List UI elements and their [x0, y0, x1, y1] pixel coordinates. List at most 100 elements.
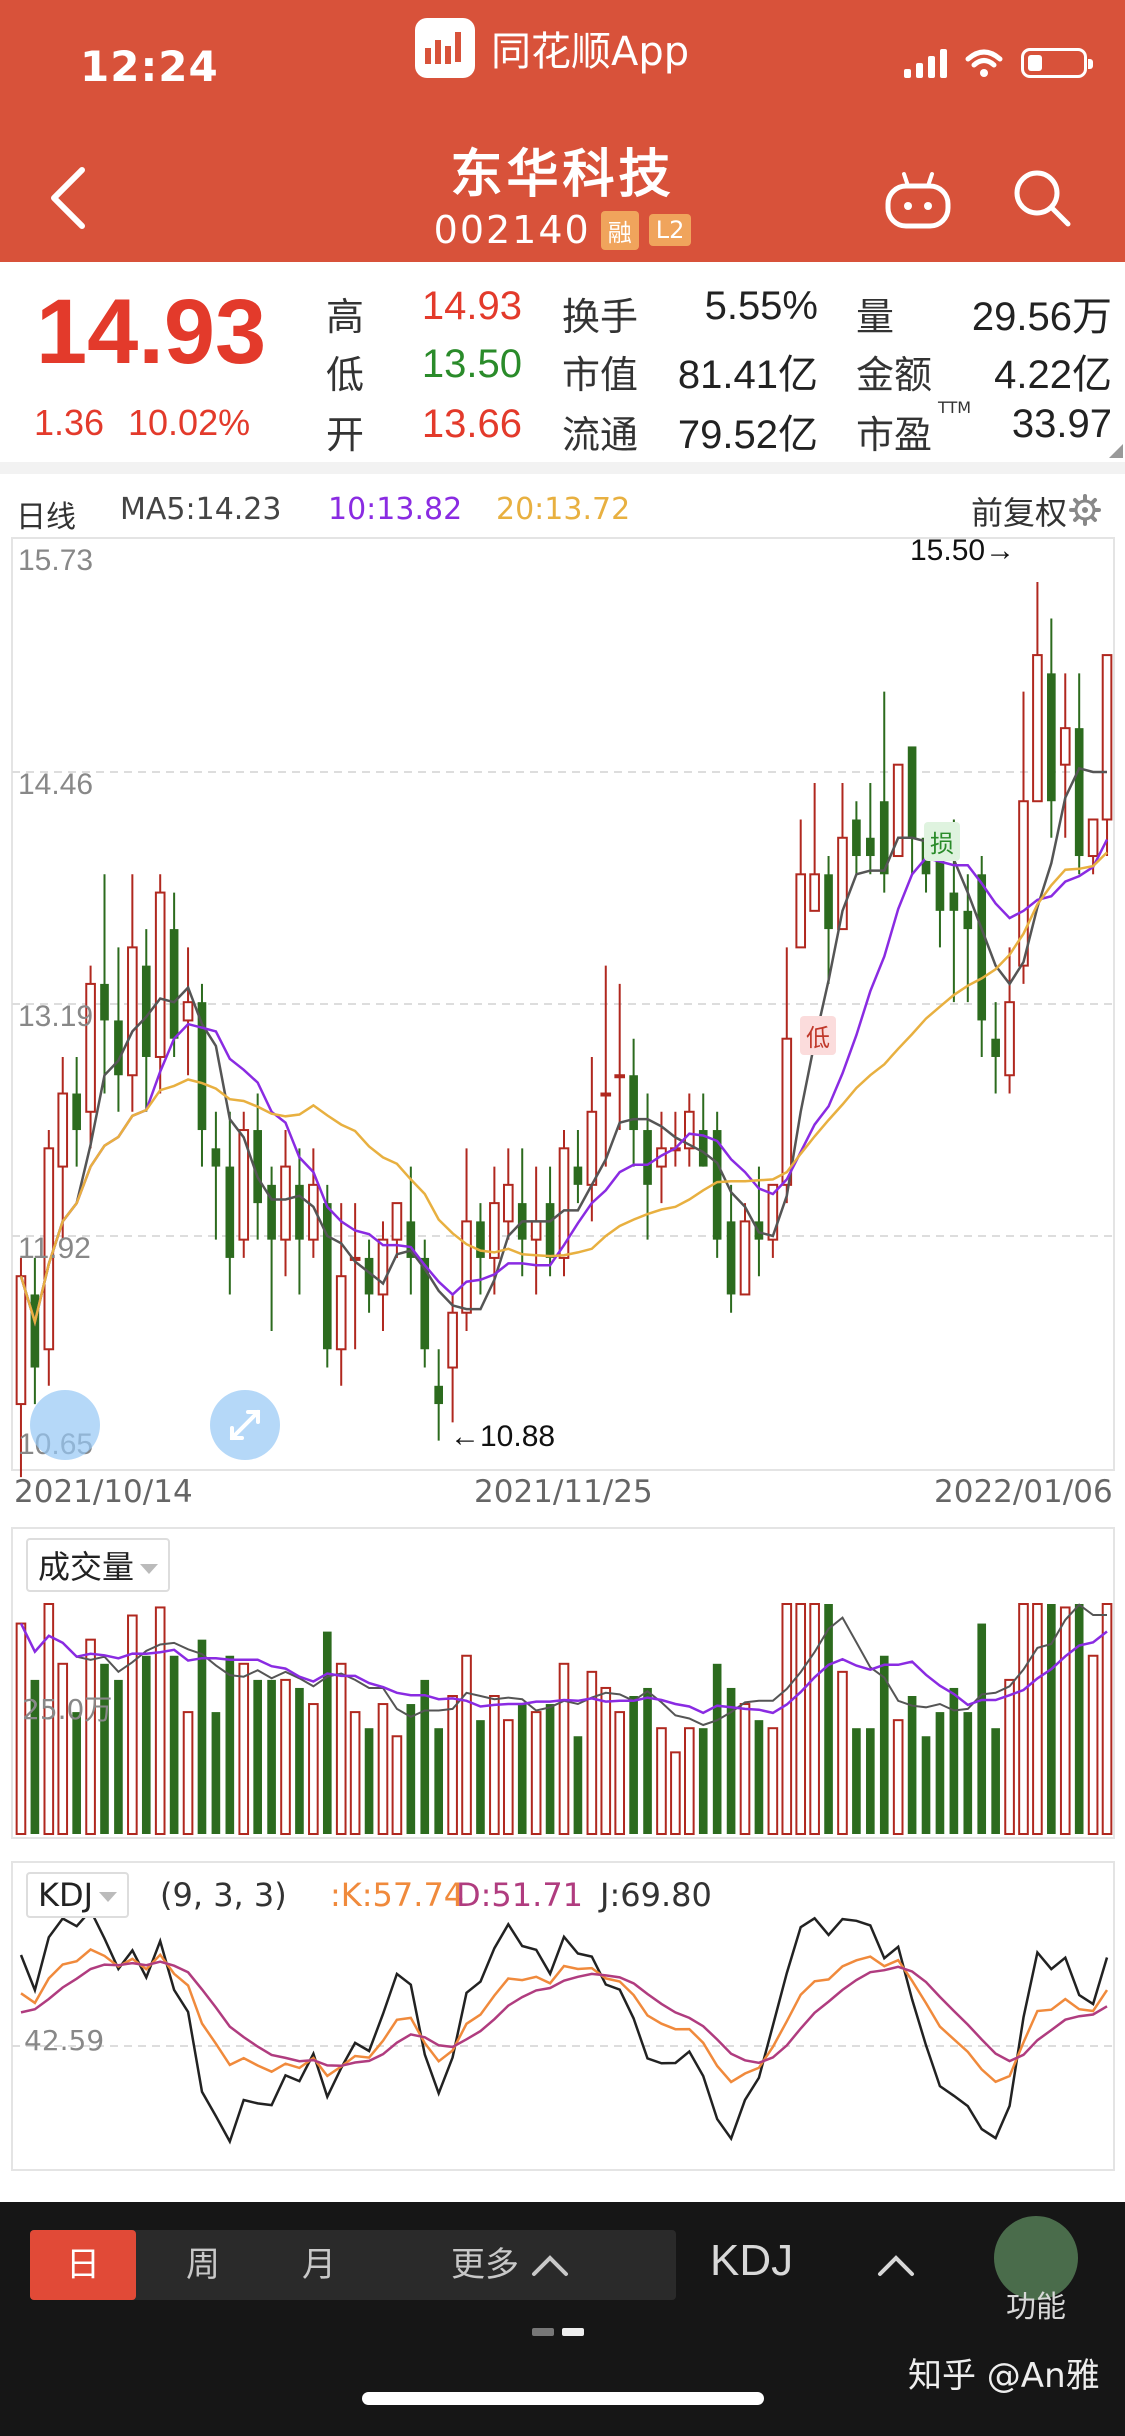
search-icon[interactable]	[1010, 166, 1074, 230]
chevron-up-icon[interactable]	[530, 2252, 570, 2280]
candle-body-down	[852, 819, 861, 857]
kdj-indicator-select[interactable]: KDJ	[26, 1872, 130, 1918]
volume-bar-up	[238, 1662, 250, 1836]
ma10-value: 10:13.82	[328, 492, 463, 527]
candle-body-up	[614, 1074, 626, 1079]
volume-bar-down	[935, 1712, 945, 1834]
candle-body-down	[573, 1166, 583, 1185]
tab-week[interactable]: 周	[150, 2230, 256, 2300]
candle-body-down	[991, 1038, 1000, 1057]
candle-body-up	[1101, 654, 1113, 821]
date-label-mid: 2021/11/25	[474, 1474, 653, 1510]
chevron-down-icon	[140, 1564, 159, 1574]
candle-body-down	[211, 1148, 221, 1167]
stop-signal-badge: 损	[924, 822, 960, 861]
candle-body-up	[781, 1037, 793, 1186]
kdj-j: 69.80	[620, 1876, 712, 1914]
candle-body-down	[169, 929, 179, 1039]
volume-bar-up	[558, 1662, 570, 1836]
volume-bar-down	[545, 1704, 555, 1834]
period-tabs: 日 周 月 更多	[30, 2230, 676, 2300]
robot-assistant-icon[interactable]	[882, 168, 954, 234]
volume-bar-up	[1087, 1654, 1099, 1835]
candle-body-up	[502, 1183, 514, 1223]
stock-chart[interactable]	[0, 528, 1125, 2178]
volume-bar-down	[406, 1704, 416, 1834]
candle-body-down	[977, 874, 987, 1021]
chevron-up-icon[interactable]	[876, 2252, 916, 2280]
quote-value: 29.56万	[971, 295, 1112, 339]
candle-body-up	[127, 946, 138, 1077]
volume-bar-up	[377, 1703, 389, 1836]
volume-bar-down	[72, 1712, 81, 1834]
candle-body-up	[809, 873, 820, 912]
volume-bar-up	[182, 1711, 194, 1835]
volume-bar-up	[461, 1654, 472, 1835]
volume-bar-down	[434, 1728, 443, 1834]
level2-tag: L2	[648, 214, 692, 246]
volume-bar-down	[963, 1712, 973, 1834]
volume-bar-up	[837, 1670, 848, 1835]
tab-month[interactable]: 月	[266, 2230, 372, 2300]
candle-body-up	[1004, 1001, 1015, 1077]
app-badge: 同花顺App	[415, 18, 689, 78]
tab-day[interactable]: 日	[30, 2230, 136, 2300]
app-name: 同花顺App	[491, 29, 690, 75]
ma5-value: MA5:14.23	[120, 492, 282, 527]
indicator-button[interactable]: KDJ	[710, 2236, 793, 2286]
candle-body-down	[643, 1130, 652, 1185]
volume-bar-up	[1101, 1603, 1113, 1835]
candle-body-down	[72, 1093, 81, 1131]
candle-body-down	[295, 1184, 304, 1240]
candle-body-up	[377, 1238, 389, 1296]
volume-indicator-select[interactable]: 成交量	[26, 1538, 171, 1592]
candle-body-up	[739, 1220, 751, 1296]
fullscreen-button[interactable]	[210, 1390, 280, 1460]
expand-corner-icon[interactable]	[1109, 444, 1123, 458]
volume-bar-down	[907, 1696, 917, 1834]
quote-value: 13.66	[421, 402, 522, 446]
quote-value: 14.93	[421, 284, 522, 328]
app-header: 12:24 同花顺App 东华科技 002140 融 L2	[0, 0, 1125, 262]
candle-body-down	[866, 837, 875, 857]
volume-bar-up	[1059, 1606, 1071, 1835]
volume-bar-down	[364, 1728, 374, 1834]
status-time: 12:24	[80, 42, 219, 91]
candle-body-up	[461, 1220, 472, 1314]
stock-title: 东华科技	[0, 132, 1125, 207]
volume-bar-down	[420, 1679, 430, 1834]
wifi-icon	[965, 49, 1003, 77]
volume-bar-up	[308, 1703, 319, 1836]
kdj-d-line	[20, 1960, 1108, 2068]
candle-body-up	[280, 1165, 291, 1241]
volume-bar-down	[169, 1655, 179, 1834]
volume-bar-down	[573, 1736, 583, 1834]
draw-tool-button[interactable]	[30, 1390, 100, 1460]
candle-body-down	[907, 746, 917, 838]
volume-bar-up	[795, 1603, 807, 1835]
kdj-params: (9, 3, 3)	[160, 1876, 287, 1914]
volume-bar-up	[154, 1606, 166, 1835]
volume-bar-down	[141, 1655, 151, 1834]
tab-more[interactable]: 更多	[430, 2230, 540, 2300]
cellular-signal-icon	[904, 48, 947, 78]
candle-body-up	[795, 873, 807, 949]
volume-bar-up	[502, 1719, 514, 1836]
y-tick-label: 15.73	[18, 544, 94, 577]
stock-code-row: 002140 融 L2	[0, 208, 1125, 252]
volume-bar-up	[614, 1711, 626, 1835]
volume-bar-down	[476, 1720, 485, 1834]
low-marker: ←10.88	[450, 1420, 556, 1453]
home-indicator[interactable]	[362, 2392, 764, 2405]
candle-body-up	[1087, 818, 1099, 858]
volume-bar-up	[447, 1695, 458, 1835]
candle-body-up	[335, 1275, 347, 1351]
candle-body-up	[530, 1220, 542, 1241]
status-icons	[904, 48, 1093, 78]
volume-bar-up	[335, 1662, 347, 1836]
volume-bar-down	[114, 1679, 123, 1834]
page-indicator	[532, 2328, 584, 2336]
gear-icon[interactable]	[1069, 494, 1101, 526]
kdj-label: KDJ	[38, 1876, 94, 1914]
last-price: 14.93	[36, 281, 267, 383]
